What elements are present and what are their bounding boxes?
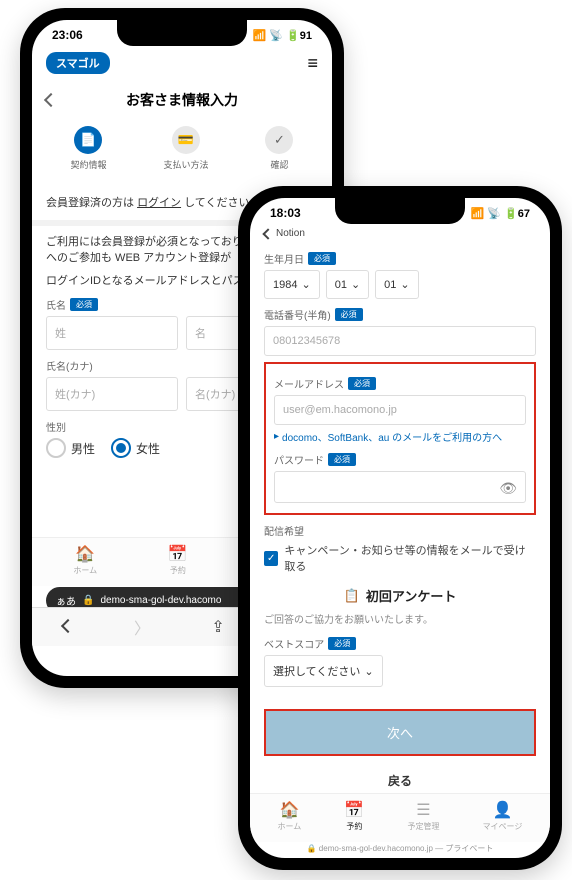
status-time: 23:06 <box>52 28 83 42</box>
wifi-icon: 📡 <box>487 207 501 220</box>
home-icon: 🏠 <box>75 544 95 564</box>
input-email[interactable]: user@em.hacomono.jp <box>274 395 526 425</box>
select-day[interactable]: 01⌄ <box>375 270 418 299</box>
title-bar: お客さま情報入力 <box>32 80 332 120</box>
calendar-icon: 📅 <box>168 544 188 564</box>
bottom-nav: 🏠ホーム 📅予約 ☰予定管理 👤マイページ <box>250 793 550 842</box>
battery-icon: 🔋67 <box>504 207 530 220</box>
checkbox-icon: ✓ <box>264 551 278 566</box>
check-icon: ✓ <box>265 126 293 154</box>
copy-icon: 📄 <box>74 126 102 154</box>
brand-bar: スマゴル ≡ <box>32 46 332 80</box>
menu-icon[interactable]: ≡ <box>307 53 318 74</box>
survey-title: 📋 初回アンケート <box>264 586 536 605</box>
status-time: 18:03 <box>270 206 301 220</box>
nav-home[interactable]: 🏠ホーム <box>73 544 97 576</box>
signal-icon: 📶 <box>471 207 485 220</box>
select-year[interactable]: 1984⌄ <box>264 270 320 299</box>
chevron-down-icon: ⌄ <box>400 278 409 291</box>
select-month[interactable]: 01⌄ <box>326 270 369 299</box>
select-best-score[interactable]: 選択してください⌄ <box>264 655 383 687</box>
toolbar-share[interactable]: ⇪ <box>211 617 224 637</box>
nav-manage[interactable]: ☰予定管理 <box>407 800 439 832</box>
card-icon: 💳 <box>172 126 200 154</box>
step-payment: 💳 支払い方法 <box>163 126 208 171</box>
carrier-link[interactable]: ▸docomo、SoftBank、au のメールをご利用の方へ <box>274 429 526 444</box>
battery-icon: 🔋91 <box>286 29 312 42</box>
marketing-checkbox[interactable]: ✓ キャンペーン・お知らせ等の情報をメールで受け取る <box>264 542 536 574</box>
keyboard-hint: ぁあ <box>56 593 76 608</box>
label-tel: 電話番号(半角)必須 <box>264 307 536 322</box>
toolbar-back[interactable] <box>63 618 73 636</box>
user-icon: 👤 <box>493 800 513 820</box>
step-label: 契約情報 <box>70 158 106 171</box>
toolbar-forward[interactable]: 〉 <box>134 615 150 639</box>
survey-note: ご回答のご協力をお願いいたします。 <box>264 611 536 626</box>
address-text: demo-sma-gol-dev.hacomo <box>100 595 221 606</box>
chevron-down-icon: ⌄ <box>351 278 360 291</box>
highlighted-section: メールアドレス必須 user@em.hacomono.jp ▸docomo、So… <box>264 362 536 515</box>
label-best-score: ベストスコア必須 <box>264 636 536 651</box>
content: 生年月日必須 1984⌄ 01⌄ 01⌄ 電話番号(半角)必須 08012345… <box>250 241 550 807</box>
home-icon: 🏠 <box>279 800 299 820</box>
status-icons: 📶 📡 🔋91 <box>253 29 312 42</box>
nav-mypage[interactable]: 👤マイページ <box>483 800 523 832</box>
input-tel[interactable]: 08012345678 <box>264 326 536 356</box>
wifi-icon: 📡 <box>269 29 283 42</box>
screen-right: 18:03 📶 📡 🔋67 Notion 生年月日必須 1984⌄ 01⌄ 01… <box>250 198 550 858</box>
label-password: パスワード必須 <box>274 452 526 467</box>
nav-reserve[interactable]: 📅予約 <box>344 800 364 832</box>
breadcrumb[interactable]: Notion <box>250 224 550 241</box>
chevron-down-icon: ⌄ <box>364 665 373 678</box>
label-email: メールアドレス必須 <box>274 376 526 391</box>
notch <box>117 20 247 46</box>
lock-icon: 🔒 <box>307 844 317 853</box>
radio-male[interactable]: 男性 <box>46 438 95 458</box>
nav-reserve[interactable]: 📅予約 <box>168 544 188 576</box>
back-button[interactable] <box>46 92 66 108</box>
input-last-name[interactable]: 姓 <box>46 316 178 350</box>
step-contract: 📄 契約情報 <box>70 126 106 171</box>
page-title: お客さま情報入力 <box>66 90 298 110</box>
lock-icon: 🔒 <box>82 595 94 606</box>
login-link[interactable]: ログイン <box>137 197 181 209</box>
step-label: 確認 <box>270 158 288 171</box>
eye-off-icon[interactable]: 👁 <box>499 480 517 497</box>
clipboard-icon: 📋 <box>344 588 360 604</box>
chevron-down-icon: ⌄ <box>301 278 310 291</box>
label-deliver: 配信希望 <box>264 523 536 538</box>
list-icon: ☰ <box>416 800 430 820</box>
next-button[interactable]: 次へ <box>266 711 534 754</box>
step-confirm: ✓ 確認 <box>265 126 293 171</box>
status-icons: 📶 📡 🔋67 <box>471 207 530 220</box>
input-last-kana[interactable]: 姓(カナ) <box>46 377 178 411</box>
phone-right: 18:03 📶 📡 🔋67 Notion 生年月日必須 1984⌄ 01⌄ 01… <box>238 186 562 870</box>
highlighted-next: 次へ <box>264 709 536 756</box>
stepper: 📄 契約情報 💳 支払い方法 ✓ 確認 <box>32 120 332 181</box>
nav-home[interactable]: 🏠ホーム <box>278 800 302 832</box>
label-birth: 生年月日必須 <box>264 251 536 266</box>
radio-female[interactable]: 女性 <box>111 438 160 458</box>
calendar-icon: 📅 <box>344 800 364 820</box>
signal-icon: 📶 <box>253 29 267 42</box>
brand-logo: スマゴル <box>46 52 110 74</box>
address-line: 🔒 demo-sma-gol-dev.hacomono.jp — プライベート <box>250 843 550 854</box>
notch <box>335 198 465 224</box>
input-password[interactable]: 👁 <box>274 471 526 503</box>
step-label: 支払い方法 <box>163 158 208 171</box>
